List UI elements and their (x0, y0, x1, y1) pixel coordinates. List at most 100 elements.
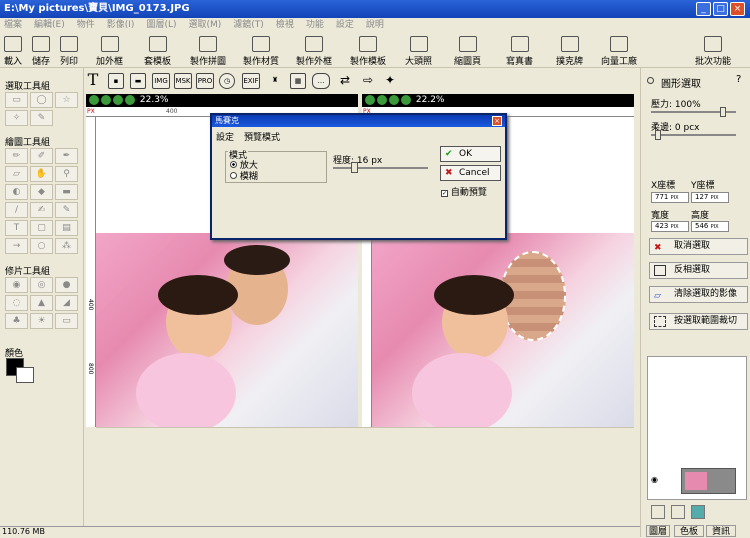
load-button[interactable]: 載入 (4, 36, 22, 67)
eraser-icon[interactable]: ▱ (5, 166, 28, 182)
stamp-mode-icon[interactable]: ♜ (267, 73, 283, 89)
gradient-icon[interactable]: ▤ (55, 220, 78, 236)
width-input[interactable]: 423 PIX (651, 221, 689, 232)
make-puzzle-button[interactable]: 製作拼圖 (190, 36, 226, 67)
auto-preview-option[interactable]: ✓ 自動預覽 (441, 185, 487, 198)
menu-view[interactable]: 檢視 (276, 18, 294, 33)
close-button[interactable]: × (730, 2, 745, 16)
menu-object[interactable]: 物件 (77, 18, 95, 33)
make-template-button[interactable]: 製作模板 (350, 36, 386, 67)
zoom-fit-icon-2[interactable] (389, 94, 399, 105)
text-icon[interactable]: T (86, 72, 100, 89)
maximize-button[interactable]: □ (713, 2, 728, 16)
rounded-rect-icon[interactable]: ▢ (30, 220, 53, 236)
frame-mode-icon[interactable]: ▬ (130, 73, 146, 89)
option-blur[interactable]: 模糊 (230, 169, 258, 182)
make-frame-button[interactable]: 製作外框 (296, 36, 332, 67)
auto-preview-checkbox[interactable]: ✓ (441, 190, 448, 197)
height-input[interactable]: 546 PIX (691, 221, 729, 232)
swap-icon[interactable]: ⇄ (337, 73, 353, 89)
layer-thumbnail[interactable] (681, 468, 736, 494)
rectangle-icon[interactable]: ▬ (55, 184, 78, 200)
zoom-actual-icon-2[interactable] (401, 94, 411, 105)
smudge-icon[interactable]: ✋ (30, 166, 53, 182)
arrow-tool-icon[interactable]: → (5, 238, 28, 254)
pressure-thumb[interactable] (720, 107, 726, 117)
star-icon[interactable]: ✦ (382, 73, 398, 89)
spot-icon[interactable]: ● (55, 277, 78, 293)
add-frame-button[interactable]: 加外框 (96, 36, 123, 67)
ellipse-select-icon[interactable]: ◯ (30, 92, 53, 108)
cancel-button[interactable]: ✖ Cancel (440, 165, 501, 181)
menu-edit[interactable]: 編輯(E) (34, 18, 65, 33)
tab-layers[interactable]: 圖層 (646, 525, 670, 537)
crop-selection-button[interactable]: 按選取範圍裁切 (649, 313, 748, 330)
radio-enlarge[interactable] (230, 161, 237, 168)
dialog-menu-preview-mode[interactable]: 預覽模式 (244, 130, 280, 143)
eye-icon[interactable]: ◉ (5, 277, 28, 293)
y-input[interactable]: 127 PIX (691, 192, 729, 203)
redeye-icon[interactable]: ◎ (30, 277, 53, 293)
marker-icon[interactable]: ✎ (55, 202, 78, 218)
vector-factory-button[interactable]: 向量工廠 (601, 36, 637, 67)
preview-photo[interactable] (372, 233, 634, 427)
original-photo[interactable] (96, 233, 358, 427)
minimize-button[interactable]: _ (696, 2, 711, 16)
softness-slider[interactable] (651, 134, 736, 136)
sharpen-icon[interactable]: ▲ (30, 295, 53, 311)
invert-selection-button[interactable]: 反相選取 (649, 262, 748, 279)
image-mode-icon[interactable]: ▪ (108, 73, 124, 89)
speech-bubble-icon[interactable]: … (312, 73, 330, 89)
softness-thumb[interactable] (655, 130, 661, 140)
airbrush-icon[interactable]: ✒ (55, 148, 78, 164)
layer-eye-icon[interactable]: ◉ (651, 475, 658, 484)
drop-icon[interactable]: ◢ (55, 295, 78, 311)
dodge-icon[interactable]: ☀ (30, 313, 53, 329)
degree-slider-track[interactable] (333, 167, 428, 169)
line-tool-icon[interactable]: / (5, 202, 28, 218)
lasso-icon[interactable]: ☆ (55, 92, 78, 108)
photo-book-button[interactable]: 寫真書 (506, 36, 533, 67)
zoom-out-icon-2[interactable] (377, 94, 387, 105)
menu-image[interactable]: 影像(I) (107, 18, 135, 33)
blur-icon[interactable]: ◌ (5, 295, 28, 311)
arrow-right-icon[interactable]: ⇨ (360, 73, 376, 89)
brush-icon[interactable]: ✐ (30, 148, 53, 164)
ok-button[interactable]: ✔ OK (440, 146, 501, 162)
print-button[interactable]: 列印 (60, 36, 78, 67)
exif-icon[interactable]: EXIF (242, 73, 260, 89)
delete-layer-icon[interactable] (671, 505, 685, 519)
menu-layer[interactable]: 圖層(L) (146, 18, 176, 33)
dialog-close-icon[interactable]: × (492, 116, 502, 126)
scatter-icon[interactable]: ⁂ (55, 238, 78, 254)
menu-select[interactable]: 選取(M) (188, 18, 221, 33)
zoom-out-icon[interactable] (101, 94, 111, 105)
menu-filter[interactable]: 濾鏡(T) (233, 18, 264, 33)
rect-select-icon[interactable]: ▭ (5, 92, 28, 108)
menu-file[interactable]: 檔案 (4, 18, 22, 33)
cancel-selection-button[interactable]: ✖ 取消選取 (649, 238, 748, 255)
apply-template-button[interactable]: 套模板 (144, 36, 171, 67)
zoom-fit-icon[interactable] (113, 94, 123, 105)
tab-info[interactable]: 資訊 (706, 525, 736, 537)
ellipse-tool-icon[interactable]: ○ (30, 238, 53, 254)
pen-icon[interactable]: ✍ (30, 202, 53, 218)
fill-icon[interactable]: ◆ (30, 184, 53, 200)
speech-icon[interactable]: ▭ (55, 313, 78, 329)
x-input[interactable]: 771 PIX (651, 192, 689, 203)
clone-icon[interactable]: ⚲ (55, 166, 78, 182)
calendar-icon[interactable]: ▦ (290, 73, 306, 89)
magic-wand-icon[interactable]: ✧ (5, 110, 28, 126)
id-photo-button[interactable]: 大頭照 (405, 36, 432, 67)
pencil-icon[interactable]: ✏ (5, 148, 28, 164)
background-color[interactable] (16, 367, 34, 383)
menu-help[interactable]: 說明 (366, 18, 384, 33)
dialog-menu-settings[interactable]: 設定 (216, 130, 234, 143)
new-layer-icon[interactable] (651, 505, 665, 519)
radio-blur[interactable] (230, 172, 237, 179)
menu-settings[interactable]: 設定 (336, 18, 354, 33)
clear-selection-button[interactable]: ▱ 清除選取的影像 (649, 286, 748, 303)
degree-slider-thumb[interactable] (351, 162, 358, 173)
img-format-icon[interactable]: IMG (152, 73, 170, 89)
stamp-tool-icon[interactable]: ♣ (5, 313, 28, 329)
